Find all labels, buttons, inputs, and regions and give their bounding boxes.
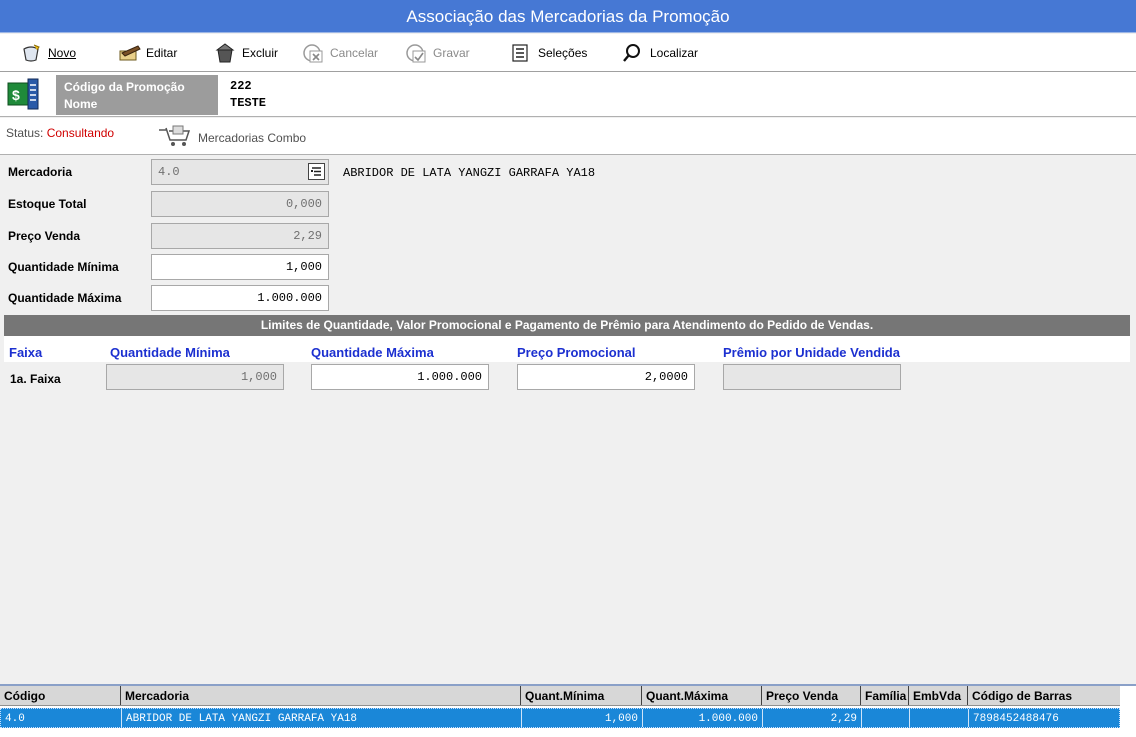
- mercadorias-combo-button[interactable]: Mercadorias Combo: [158, 125, 306, 150]
- edit-icon: [118, 43, 141, 63]
- grid-header: Código Mercadoria Quant.Mínima Quant.Máx…: [0, 686, 1120, 706]
- trash-icon: [214, 43, 236, 63]
- faixa-1-premio-field[interactable]: [723, 364, 901, 390]
- excluir-label: Excluir: [242, 46, 279, 60]
- col-quant-maxima[interactable]: Quant.Máxima: [642, 686, 762, 705]
- cell-familia: [862, 709, 910, 727]
- localizar-button[interactable]: Localizar: [622, 43, 698, 63]
- preco-promocional-header: Preço Promocional: [517, 345, 636, 360]
- preco-venda-field[interactable]: 2,29: [151, 223, 329, 249]
- codigo-promocao-label: Código da Promoção: [64, 80, 185, 94]
- faixa-1-qtd-maxima-field[interactable]: 1.000.000: [311, 364, 489, 390]
- nome-label: Nome: [64, 97, 98, 111]
- quantidade-maxima-field[interactable]: 1.000.000: [151, 285, 329, 311]
- faixa-1-label: 1a. Faixa: [10, 372, 61, 386]
- faixa-header: Faixa: [9, 345, 43, 360]
- cell-preco-venda: 2,29: [763, 709, 862, 727]
- search-icon: [622, 43, 644, 63]
- cell-codigo-barras: 7898452488476: [973, 713, 1059, 725]
- gravar-button[interactable]: Gravar: [405, 43, 470, 63]
- col-codigo-barras[interactable]: Código de Barras: [968, 686, 1120, 705]
- premio-header: Prêmio por Unidade Vendida: [723, 345, 900, 360]
- cancelar-button[interactable]: Cancelar: [302, 43, 378, 63]
- mercadoria-code-field[interactable]: 4.0: [151, 159, 329, 185]
- col-quant-minima[interactable]: Quant.Mínima: [521, 686, 642, 705]
- quantidade-minima-field[interactable]: 1,000: [151, 254, 329, 280]
- gravar-label: Gravar: [433, 46, 470, 60]
- estoque-total-label: Estoque Total: [8, 197, 87, 211]
- header-labels: Código da Promoção Nome: [56, 75, 218, 115]
- cell-mercadoria: ABRIDOR DE LATA YANGZI GARRAFA YA18: [122, 709, 522, 727]
- quantidade-maxima-label: Quantidade Máxima: [8, 291, 122, 305]
- faixa-1-qtd-minima-field[interactable]: 1,000: [106, 364, 284, 390]
- quantidade-minima-label: Quantidade Mínima: [8, 260, 119, 274]
- promotion-header: $ Código da Promoção Nome 222 TESTE: [0, 72, 1136, 117]
- col-familia[interactable]: Família: [861, 686, 909, 705]
- qtd-minima-header: Quantidade Mínima: [110, 345, 230, 360]
- limits-title: Limites de Quantidade, Valor Promocional…: [4, 315, 1130, 336]
- faixa-1-preco-promocional-field[interactable]: 2,0000: [517, 364, 695, 390]
- cancelar-label: Cancelar: [330, 46, 379, 60]
- new-icon: [20, 43, 42, 63]
- mercadorias-combo-label: Mercadorias Combo: [198, 130, 307, 145]
- col-mercadoria[interactable]: Mercadoria: [121, 686, 521, 705]
- cart-icon: [158, 125, 192, 150]
- cell-codigo: 4.0: [1, 709, 122, 727]
- cell-quant-maxima: 1.000.000: [643, 709, 763, 727]
- estoque-total-field[interactable]: 0,000: [151, 191, 329, 217]
- cancel-icon: [302, 43, 324, 63]
- nome-value: TESTE: [230, 96, 267, 110]
- lookup-icon[interactable]: [308, 163, 325, 180]
- excluir-button[interactable]: Excluir: [214, 43, 278, 63]
- cell-quant-minima: 1,000: [522, 709, 643, 727]
- mercadoria-description: ABRIDOR DE LATA YANGZI GARRAFA YA18: [343, 166, 596, 180]
- window-title: Associação das Mercadorias da Promoção: [0, 0, 1136, 33]
- cell-embvda: [910, 709, 969, 727]
- status-value: Consultando: [46, 126, 115, 140]
- preco-venda-label: Preço Venda: [8, 229, 81, 243]
- header-values: 222 TESTE: [230, 78, 266, 112]
- mercadoria-label: Mercadoria: [8, 165, 73, 179]
- list-icon: [510, 43, 532, 63]
- selecoes-button[interactable]: Seleções: [510, 43, 587, 63]
- status-text: Status: Consultando: [6, 126, 114, 140]
- col-embvda[interactable]: EmbVda: [909, 686, 968, 705]
- toolbar: Novo Editar Excluir Cancelar Gravar Sele…: [0, 34, 1136, 72]
- status-label: Status:: [6, 126, 44, 140]
- table-row[interactable]: 4.0 ABRIDOR DE LATA YANGZI GARRAFA YA18 …: [0, 708, 1120, 728]
- editar-label: Editar: [146, 46, 178, 60]
- selecoes-label: Seleções: [538, 46, 588, 60]
- editar-button[interactable]: Editar: [118, 43, 177, 63]
- save-icon: [405, 43, 427, 63]
- localizar-label: Localizar: [650, 46, 699, 60]
- promotion-icon: $: [6, 77, 42, 113]
- novo-button[interactable]: Novo: [20, 43, 76, 63]
- col-codigo[interactable]: Código: [0, 686, 121, 705]
- novo-label: Novo: [48, 46, 77, 60]
- svg-text:$: $: [12, 87, 20, 103]
- col-preco-venda[interactable]: Preço Venda: [762, 686, 861, 705]
- status-bar: Status: Consultando Mercadorias Combo: [0, 118, 1136, 155]
- codigo-promocao-value: 222: [230, 79, 252, 93]
- qtd-maxima-header: Quantidade Máxima: [311, 345, 434, 360]
